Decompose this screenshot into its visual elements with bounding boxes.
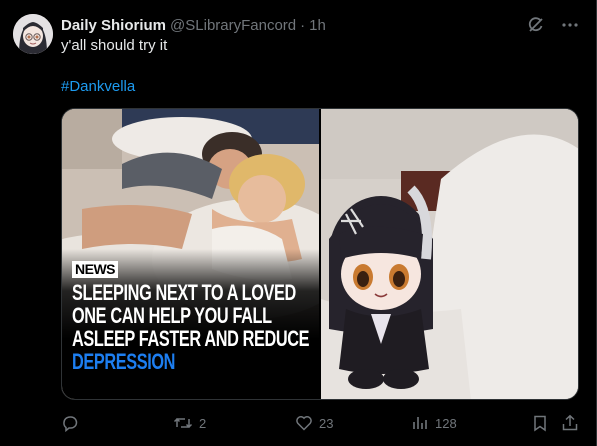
share-icon: [561, 414, 579, 432]
more-options-icon[interactable]: [559, 14, 581, 36]
views-icon: [411, 414, 429, 432]
separator: ·: [300, 16, 306, 34]
grok-icon[interactable]: [525, 14, 547, 36]
media-image-right[interactable]: [321, 109, 578, 399]
bookmark-icon: [531, 414, 549, 432]
action-bar: 2 23 128: [61, 412, 581, 434]
plush-photo: [321, 109, 578, 399]
headline-line-2: ONE CAN HELP YOU FALL: [72, 303, 272, 328]
bookmark-button[interactable]: [531, 414, 549, 432]
share-button[interactable]: [561, 414, 579, 432]
tweet-header: Daily Shiorium @SLibraryFancord · 1h: [61, 15, 326, 35]
avatar-image: [13, 14, 53, 54]
views-count: 128: [435, 415, 457, 431]
retweet-count: 2: [199, 415, 207, 431]
reply-icon: [61, 414, 79, 432]
user-handle[interactable]: @SLibraryFancord: [170, 17, 296, 34]
headline-highlight: DEPRESSION: [72, 349, 176, 374]
media-image-left[interactable]: NEWS SLEEPING NEXT TO A LOVED ONE CAN HE…: [62, 109, 319, 399]
views-button[interactable]: 128: [411, 414, 457, 432]
media-grid: NEWS SLEEPING NEXT TO A LOVED ONE CAN HE…: [61, 108, 579, 400]
headline-line-3: ASLEEP FASTER AND REDUCE: [72, 326, 310, 351]
reply-button[interactable]: [61, 414, 79, 432]
timestamp[interactable]: 1h: [309, 17, 326, 34]
retweet-button[interactable]: 2: [173, 414, 206, 432]
heart-icon: [295, 414, 313, 432]
news-badge: NEWS: [72, 261, 118, 278]
hashtag-link[interactable]: #Dankvella: [61, 78, 135, 95]
like-count: 23: [319, 415, 334, 431]
news-headline: SLEEPING NEXT TO A LOVED ONE CAN HELP YO…: [72, 280, 310, 374]
like-button[interactable]: 23: [295, 414, 333, 432]
avatar[interactable]: [13, 14, 53, 54]
display-name[interactable]: Daily Shiorium: [61, 17, 166, 34]
headline-line-1: SLEEPING NEXT TO A LOVED: [72, 280, 296, 305]
tweet[interactable]: Daily Shiorium @SLibraryFancord · 1h y'a…: [0, 0, 597, 446]
top-actions: [525, 14, 581, 36]
tweet-text: y'all should try it: [61, 37, 168, 54]
retweet-icon: [173, 414, 193, 432]
